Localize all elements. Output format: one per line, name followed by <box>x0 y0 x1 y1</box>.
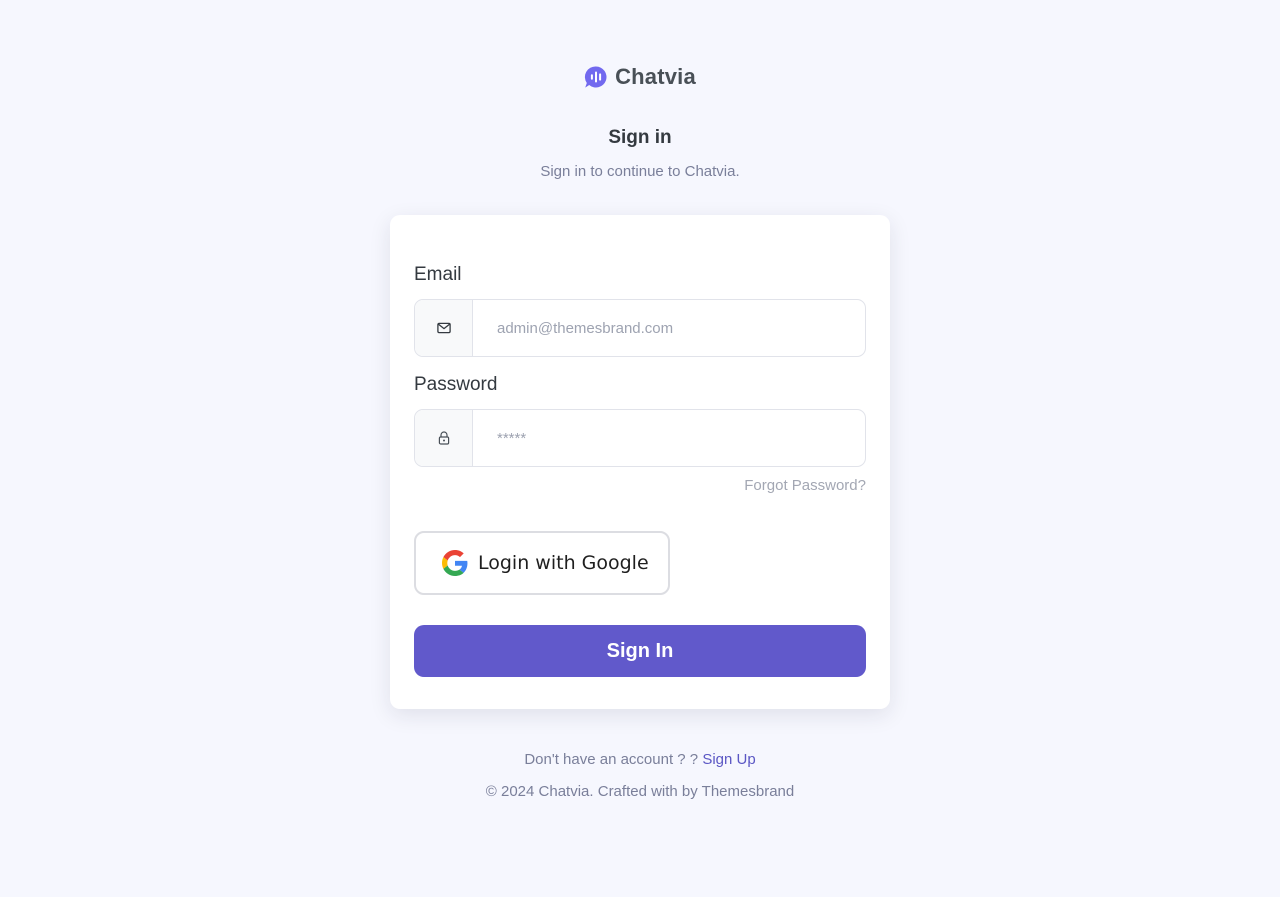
signin-page: Chatvia Sign in Sign in to continue to C… <box>0 0 1280 897</box>
copyright-text: © 2024 Chatvia. Crafted with by Themesbr… <box>485 783 795 800</box>
sign-in-button[interactable]: Sign In <box>414 625 866 677</box>
email-input-group <box>414 299 866 357</box>
google-login-button[interactable]: Login with Google <box>414 531 670 595</box>
google-icon <box>442 550 468 576</box>
signin-card: Email Password Forgot Password? <box>390 215 890 709</box>
sign-up-link[interactable]: Sign Up <box>702 751 755 768</box>
google-login-label: Login with Google <box>478 552 649 574</box>
chat-bubble-icon <box>584 66 607 88</box>
password-input[interactable] <box>473 410 865 466</box>
signup-prompt: Don't have an account ? ? Sign Up <box>0 751 1280 768</box>
page-subtitle: Sign in to continue to Chatvia. <box>540 163 740 180</box>
mail-icon <box>436 322 451 334</box>
brand-logo[interactable]: Chatvia <box>0 64 1280 90</box>
forgot-password-link[interactable]: Forgot Password? <box>744 477 866 494</box>
page-title: Sign in <box>608 127 672 148</box>
account-prompt-text: Don't have an account ? ? <box>524 751 699 768</box>
email-label: Email <box>414 264 462 285</box>
password-input-group <box>414 409 866 467</box>
brand-name: Chatvia <box>615 64 696 89</box>
password-addon <box>415 410 473 466</box>
lock-icon <box>438 431 449 445</box>
email-addon <box>415 300 473 356</box>
password-label: Password <box>414 374 498 395</box>
email-input[interactable] <box>473 300 865 356</box>
